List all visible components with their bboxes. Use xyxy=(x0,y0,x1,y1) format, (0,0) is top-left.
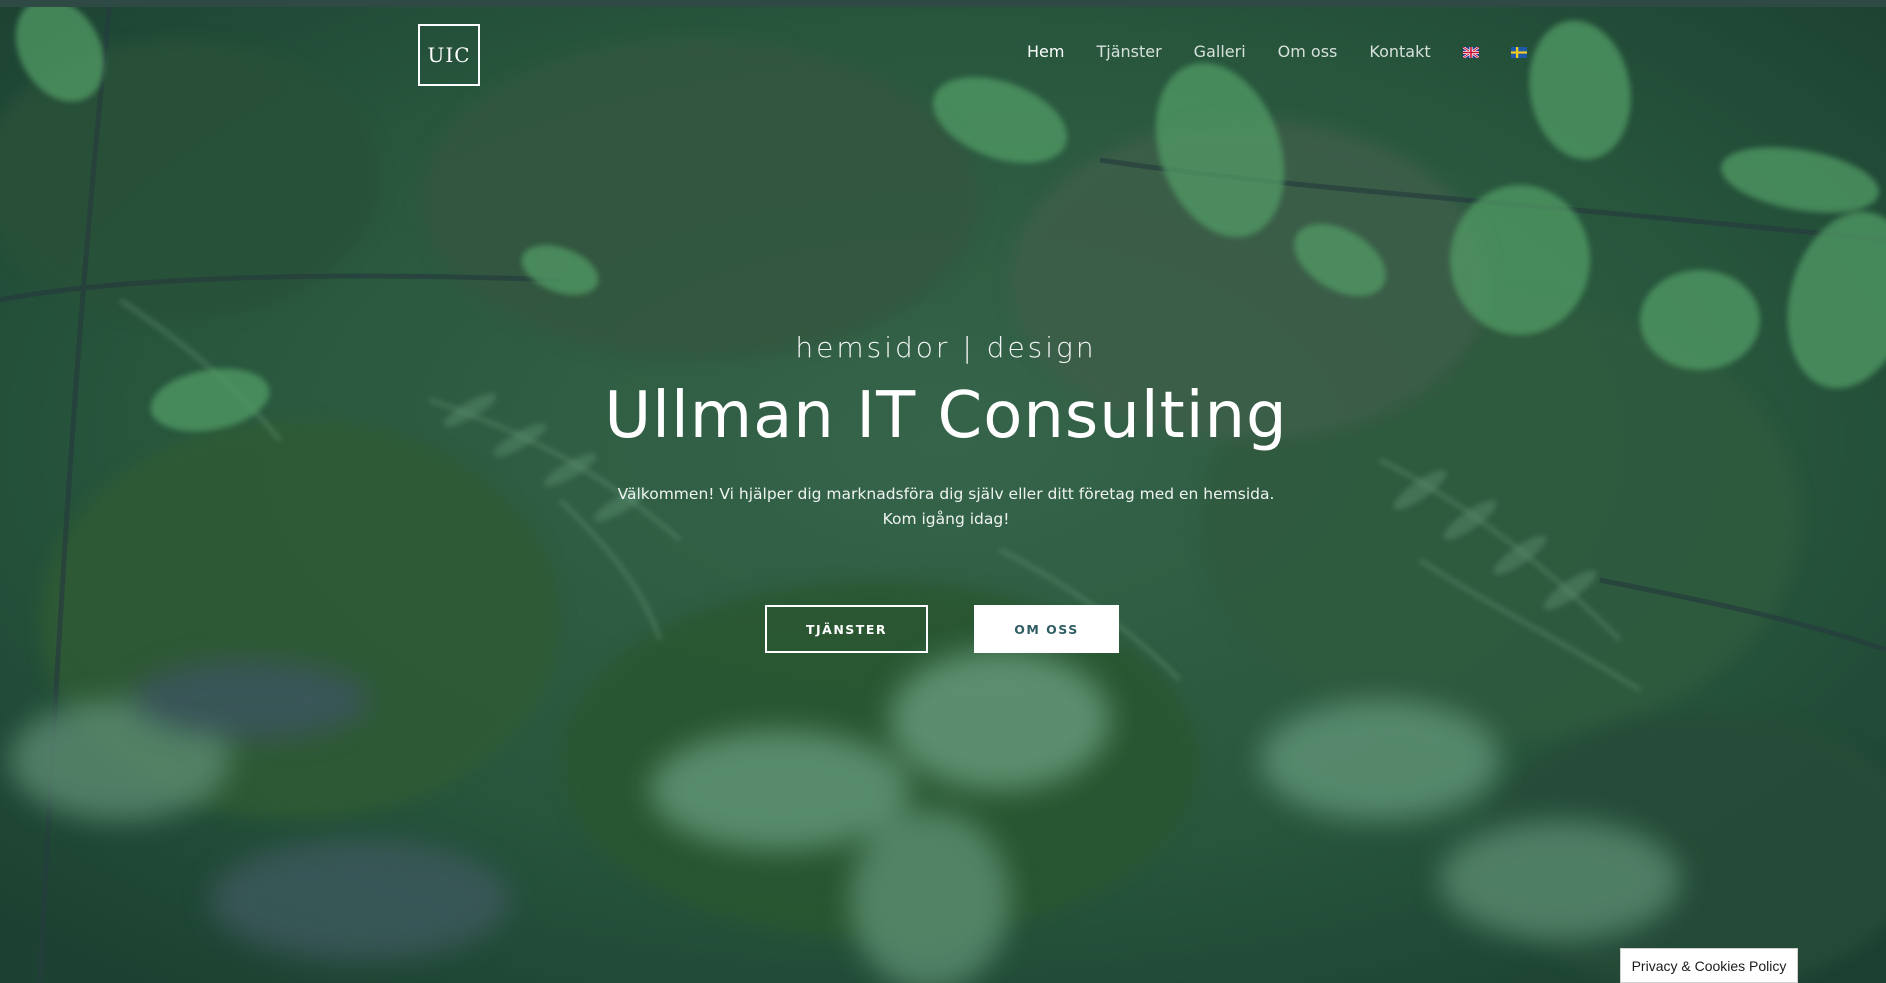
logo[interactable]: UIC xyxy=(418,24,480,86)
hero-lead-line-2: Kom igång idag! xyxy=(882,510,1010,528)
hero-lead: Välkommen! Vi hjälper dig marknadsföra d… xyxy=(0,482,1886,532)
services-button[interactable]: TJÄNSTER xyxy=(765,605,928,653)
nav-item-tjanster[interactable]: Tjänster xyxy=(1096,42,1161,62)
uk-flag-icon[interactable] xyxy=(1462,46,1479,58)
logo-text: UIC xyxy=(427,43,471,67)
hero-lead-line-1: Välkommen! Vi hjälper dig marknadsföra d… xyxy=(617,485,1275,503)
privacy-cookies-policy-button[interactable]: Privacy & Cookies Policy xyxy=(1620,948,1798,983)
nav-item-hem[interactable]: Hem xyxy=(1027,42,1064,62)
hero-title: Ullman IT Consulting xyxy=(604,379,1288,453)
nav-item-galleri[interactable]: Galleri xyxy=(1194,42,1246,62)
nav-item-kontakt[interactable]: Kontakt xyxy=(1369,42,1430,62)
hero-tagline: hemsidor | design xyxy=(795,331,1097,364)
page: UIC Hem Tjänster Galleri Om oss Kontakt … xyxy=(0,0,1886,983)
nav-item-om-oss[interactable]: Om oss xyxy=(1278,42,1338,62)
about-button[interactable]: OM OSS xyxy=(974,605,1119,653)
sweden-flag-icon[interactable] xyxy=(1510,46,1527,58)
main-nav: Hem Tjänster Galleri Om oss Kontakt xyxy=(1027,42,1527,62)
top-accent-bar xyxy=(0,0,1886,7)
